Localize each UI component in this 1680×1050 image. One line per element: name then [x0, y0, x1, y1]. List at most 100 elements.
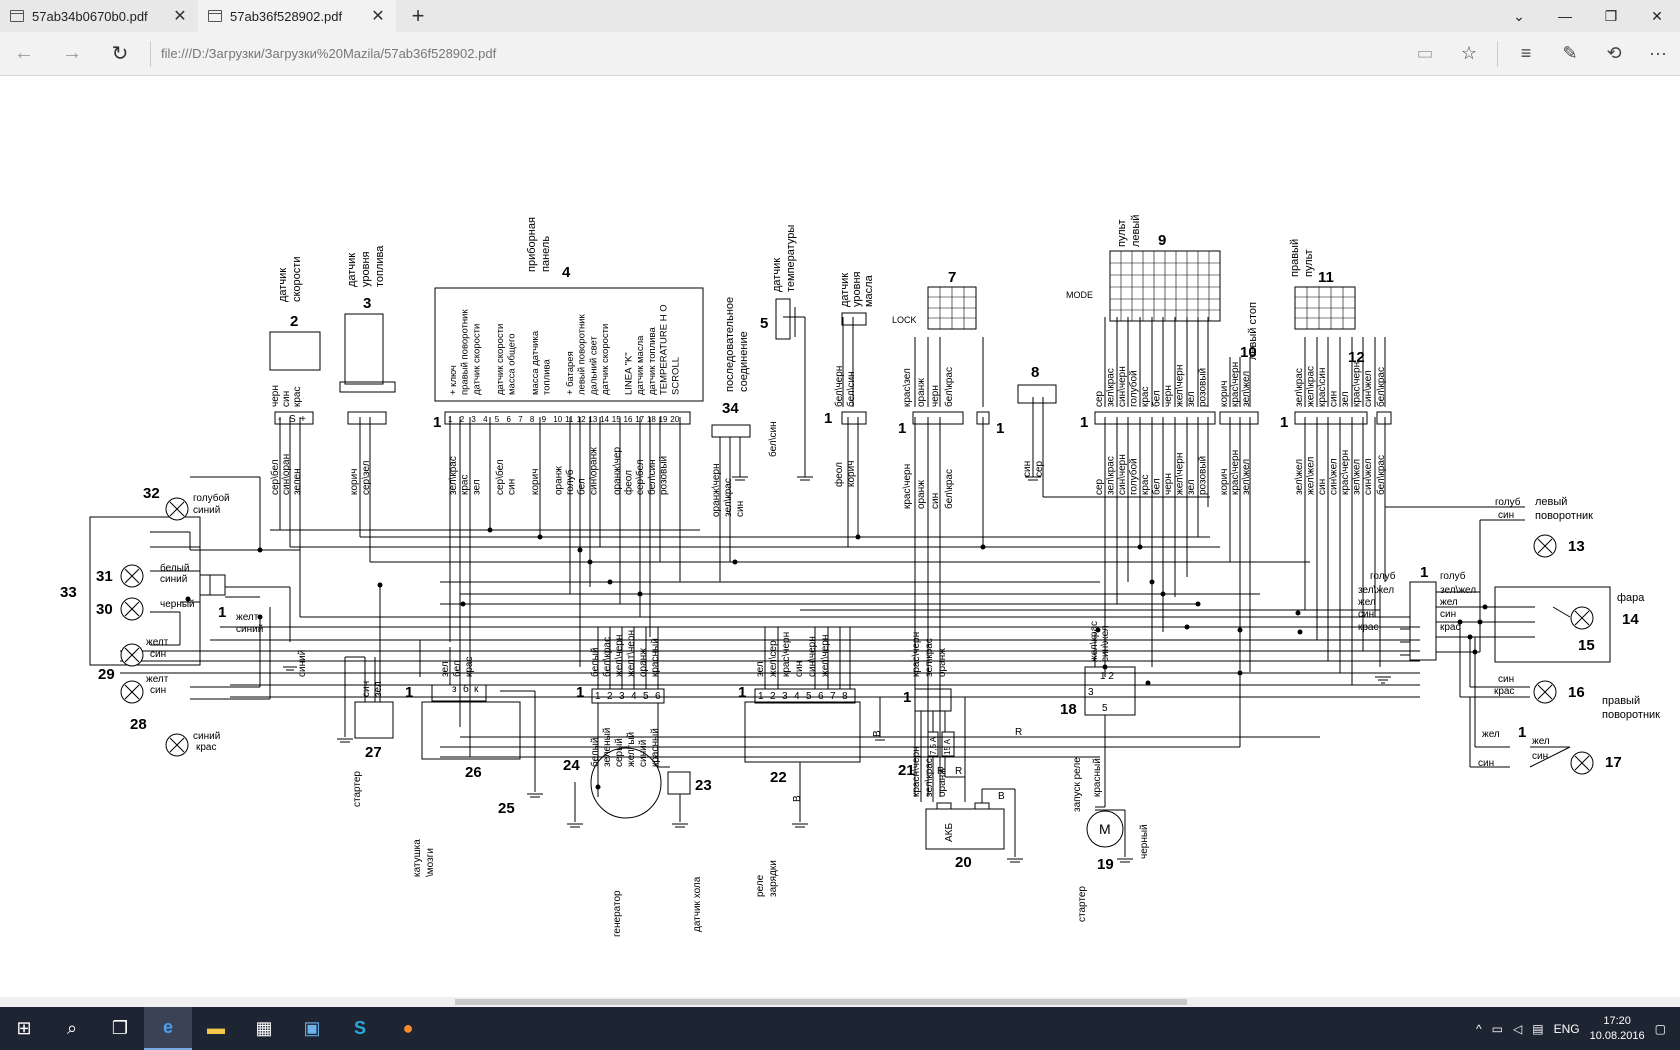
new-tab-button[interactable]: + [396, 0, 440, 32]
wire-label: крас\син [1317, 368, 1328, 407]
language-indicator[interactable]: ENG [1554, 1022, 1580, 1036]
network-icon[interactable]: ▭ [1492, 1022, 1503, 1036]
photos-icon[interactable]: ▣ [288, 1007, 336, 1050]
volume-icon[interactable]: ◁ [1513, 1022, 1522, 1036]
panel-pin-label: датчик скорости [600, 324, 611, 395]
panel-pin-label: топлива [542, 359, 553, 395]
notifications-icon[interactable]: ▢ [1655, 1022, 1666, 1036]
wire-label: жел [1440, 597, 1458, 608]
horizontal-scrollbar[interactable] [0, 997, 1680, 1007]
label-30: 30 [96, 601, 113, 618]
clock[interactable]: 17:20 10.08.2016 [1590, 1014, 1645, 1044]
label-11: 11 [1318, 269, 1334, 286]
panel-pin-number: 19 [659, 415, 668, 424]
wire-label: син\оран [281, 454, 292, 495]
url-field[interactable]: file:///D:/Загрузки/Загрузки%20Mazila/57… [157, 46, 1403, 61]
wire-label: син [1440, 609, 1456, 620]
wire-label: бел [1151, 390, 1163, 407]
chevron-up-icon[interactable]: ^ [1476, 1022, 1482, 1036]
store-icon[interactable]: ▦ [240, 1007, 288, 1050]
wire-label: сер\бел [269, 459, 281, 495]
back-button[interactable]: ← [0, 32, 48, 76]
wire-label: син\черн [1117, 366, 1128, 407]
wire-label: зел\жел [1358, 585, 1394, 596]
wire-label: син [1022, 461, 1033, 477]
wire-label: крас [292, 387, 303, 408]
label-1-c26: 1 [405, 684, 413, 701]
wire-label: оранж [916, 480, 927, 509]
hall-title: датчик хола [692, 876, 703, 932]
wire-label: крас [1358, 622, 1379, 633]
separator [150, 40, 151, 67]
separator [1497, 40, 1498, 67]
close-window-icon[interactable]: ✕ [1634, 0, 1680, 32]
starter-19-title: стартер [1077, 886, 1088, 922]
wire-label: феол [833, 462, 845, 487]
pin-label: 8 [842, 691, 848, 702]
web-note-icon[interactable]: ✎ [1548, 32, 1592, 76]
hub-icon[interactable]: ≡ [1504, 32, 1548, 76]
label-8: 8 [1031, 364, 1039, 381]
panel-pin-number: 16 [624, 415, 633, 424]
wire-label: син [1498, 674, 1514, 685]
tab-preview-icon[interactable]: ⌄ [1496, 0, 1542, 32]
pin-label: 6 [818, 691, 824, 702]
tab-first-pdf[interactable]: 57ab34b0670b0.pdf ✕ [0, 0, 198, 32]
minimize-icon[interactable]: — [1542, 0, 1588, 32]
favorite-star-icon[interactable]: ☆ [1447, 32, 1491, 76]
wire-label: корич [1219, 381, 1230, 407]
pdf-viewer: 2 3 4 5 7 8 9 10 11 12 13 14 15 16 17 18… [0, 77, 1680, 997]
wire-label: зел [471, 479, 482, 495]
wire-label: син [930, 493, 941, 509]
label-22: 22 [770, 769, 787, 786]
pin-label: 2 [607, 691, 613, 702]
wire-label: зел [1186, 391, 1197, 407]
file-explorer-icon[interactable]: ▬ [192, 1007, 240, 1050]
panel-pin-label: + батарея [565, 351, 576, 395]
skype-icon[interactable]: S [336, 1007, 384, 1050]
wire-label: красный [650, 728, 661, 767]
firefox-icon[interactable]: ● [384, 1007, 432, 1050]
wire-label: син [507, 479, 518, 495]
edge-browser-icon[interactable]: e [144, 1007, 192, 1050]
tab-second-pdf[interactable]: 57ab36f528902.pdf ✕ [198, 0, 396, 32]
wire-label: оранж\чер [612, 447, 623, 495]
wire-label: желт [146, 674, 169, 685]
label-7: 7 [948, 269, 956, 286]
right-remote-title: правый пульт [1289, 239, 1315, 277]
pin-label: к [474, 684, 479, 695]
wire-label: крас [1140, 475, 1151, 496]
motor-label: M [1099, 821, 1111, 837]
tab-close-icon[interactable]: ✕ [172, 6, 188, 26]
forward-button[interactable]: → [48, 32, 96, 76]
lock-label: LOCK [892, 315, 917, 325]
share-icon[interactable]: ⟲ [1592, 32, 1636, 76]
wire-label: зел\крас [1294, 368, 1305, 407]
start-windows-icon[interactable]: ⊞ [0, 1007, 48, 1050]
tab-close-icon[interactable]: ✕ [370, 6, 386, 26]
scrollbar-thumb[interactable] [455, 999, 1187, 1005]
wire-label: черный [160, 599, 195, 610]
reading-view-icon[interactable]: ▭ [1403, 32, 1447, 76]
wire-label: бел [451, 660, 463, 677]
wire-label: голуб [1495, 496, 1521, 508]
maximize-icon[interactable]: ❐ [1588, 0, 1634, 32]
wire-label: бел\крас [1375, 455, 1387, 495]
wire-label: розовый [1198, 368, 1209, 407]
wire-label: син [1358, 609, 1374, 620]
wire-label: корич [1219, 469, 1230, 495]
task-view-icon[interactable]: ❐ [96, 1007, 144, 1050]
wire-label: бел\крас [943, 469, 955, 509]
clock-time: 17:20 [1603, 1014, 1631, 1027]
wire-label: белый [160, 562, 189, 574]
wire-label: крас [460, 475, 471, 496]
more-icon[interactable]: ··· [1636, 32, 1680, 76]
refresh-button[interactable]: ↻ [96, 32, 144, 76]
wire-label: оранж [937, 648, 948, 677]
label-26: 26 [465, 764, 482, 781]
search-icon[interactable]: ⌕ [48, 1007, 96, 1050]
clock-date: 10.08.2016 [1589, 1029, 1645, 1042]
wire-label: зел\крас [723, 478, 734, 517]
keyboard-icon[interactable]: ▤ [1532, 1022, 1543, 1036]
wire-label: розовый [1198, 456, 1209, 495]
